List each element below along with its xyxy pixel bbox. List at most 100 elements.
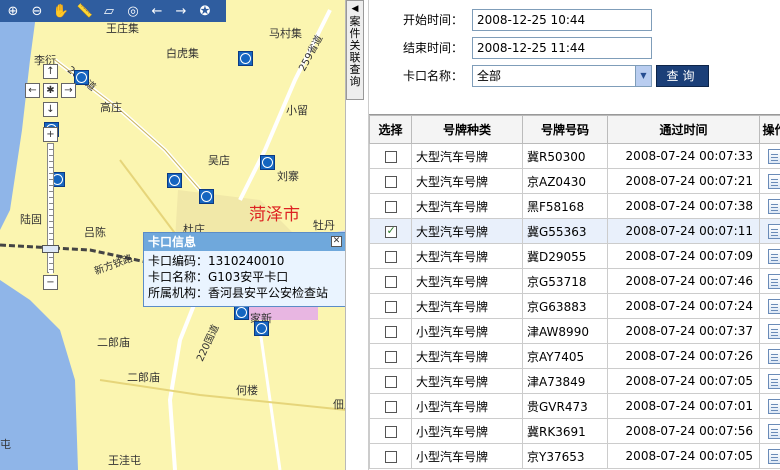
- row-checkbox[interactable]: [384, 400, 397, 413]
- row-checkbox[interactable]: [384, 150, 397, 163]
- row-select-cell: [369, 143, 412, 169]
- start-time-input[interactable]: 2008-12-25 10:44: [472, 9, 652, 31]
- row-checkbox[interactable]: [384, 250, 397, 263]
- pass-time-cell: 2008-07-24 00:07:33: [607, 143, 760, 169]
- operation-cell: [759, 293, 780, 319]
- plate-number-cell: 津A73849: [522, 368, 608, 394]
- details-icon[interactable]: [768, 223, 780, 239]
- details-icon[interactable]: [768, 373, 780, 389]
- place-label: 何楼: [236, 384, 258, 397]
- row-checkbox[interactable]: [384, 350, 397, 363]
- pan-left-icon[interactable]: ←: [25, 83, 40, 98]
- place-label: 陆固: [20, 213, 42, 226]
- table-row[interactable]: 大型汽车号牌 京G63883 2008-07-24 00:07:24: [369, 293, 780, 319]
- details-icon[interactable]: [768, 398, 780, 414]
- start-time-label: 开始时间：: [403, 13, 464, 27]
- star-badge-icon[interactable]: ✪: [194, 1, 216, 21]
- back-arrow-icon[interactable]: ←: [146, 1, 168, 21]
- details-icon[interactable]: [768, 198, 780, 214]
- checkpoint-marker[interactable]: [234, 305, 249, 320]
- eraser-icon[interactable]: ▱: [98, 1, 120, 21]
- plate-number-cell: 冀R50300: [522, 143, 608, 169]
- row-checkbox[interactable]: [384, 175, 397, 188]
- plate-type-cell: 大型汽车号牌: [411, 268, 523, 294]
- table-row[interactable]: 大型汽车号牌 冀D29055 2008-07-24 00:07:09: [369, 243, 780, 269]
- zoom-in-small-icon[interactable]: +: [43, 127, 58, 142]
- table-row[interactable]: 大型汽车号牌 冀R50300 2008-07-24 00:07:33: [369, 143, 780, 169]
- popup-name: 卡口名称：G103安平卡口: [148, 270, 289, 284]
- checkpoint-marker[interactable]: [199, 189, 214, 204]
- zoom-slider-handle[interactable]: [42, 245, 59, 253]
- pass-time-cell: 2008-07-24 00:07:05: [607, 368, 760, 394]
- pass-time-cell: 2008-07-24 00:07:24: [607, 293, 760, 319]
- details-icon[interactable]: [768, 298, 780, 314]
- table-row[interactable]: 小型汽车号牌 贵GVR473 2008-07-24 00:07:01: [369, 393, 780, 419]
- gate-name-select[interactable]: 全部 ▼: [472, 65, 652, 87]
- query-button[interactable]: 查询: [656, 65, 709, 87]
- row-checkbox[interactable]: [384, 200, 397, 213]
- table-row[interactable]: 小型汽车号牌 冀RK3691 2008-07-24 00:07:56: [369, 418, 780, 444]
- place-label: 王洼屯: [108, 454, 141, 467]
- popup-org: 所属机构：香河县安平公安检查站: [148, 286, 329, 300]
- checkpoint-marker[interactable]: [260, 155, 275, 170]
- measure-icon[interactable]: 📏: [74, 1, 96, 21]
- map-view[interactable]: 王庄集 白虎集 马村集 李衍 高庄 小留 吴店 刘寨 菏泽市 陆固 吕陈 杜庄 …: [0, 0, 346, 470]
- table-row[interactable]: 大型汽车号牌 津A73849 2008-07-24 00:07:05: [369, 368, 780, 394]
- table-row[interactable]: 大型汽车号牌 京AY7405 2008-07-24 00:07:26: [369, 343, 780, 369]
- table-row[interactable]: 大型汽车号牌冀G553632008-07-24 00:07:11: [369, 218, 780, 244]
- checkpoint-marker[interactable]: [238, 51, 253, 66]
- table-row[interactable]: 小型汽车号牌 津AW8990 2008-07-24 00:07:37: [369, 318, 780, 344]
- zoom-slider-track[interactable]: [47, 143, 54, 274]
- pan-reset-icon[interactable]: ✱: [43, 83, 58, 98]
- details-icon[interactable]: [768, 148, 780, 164]
- row-checkbox[interactable]: [384, 275, 397, 288]
- details-icon[interactable]: [768, 173, 780, 189]
- pan-down-icon[interactable]: ↓: [43, 102, 58, 117]
- zoom-out-small-icon[interactable]: −: [43, 275, 58, 290]
- pass-time-cell: 2008-07-24 00:07:46: [607, 268, 760, 294]
- plate-number-cell: 冀RK3691: [522, 418, 608, 444]
- plate-type-cell: 大型汽车号牌: [411, 193, 523, 219]
- pass-time-cell: 2008-07-24 00:07:56: [607, 418, 760, 444]
- operation-cell: [759, 143, 780, 169]
- side-tab-label: 案件关联查询: [349, 15, 361, 88]
- table-row[interactable]: 小型汽车号牌 京Y37653 2008-07-24 00:07:05: [369, 443, 780, 469]
- details-icon[interactable]: [768, 423, 780, 439]
- row-checkbox[interactable]: [384, 450, 397, 463]
- row-checkbox[interactable]: [384, 224, 397, 238]
- plate-type-cell: 大型汽车号牌: [411, 343, 523, 369]
- row-checkbox[interactable]: [384, 325, 397, 338]
- details-icon[interactable]: [768, 248, 780, 264]
- pan-right-icon[interactable]: →: [61, 83, 76, 98]
- plate-number-cell: 黑F58168: [522, 193, 608, 219]
- zoom-out-icon[interactable]: ⊖: [26, 1, 48, 21]
- checkpoint-marker[interactable]: [74, 70, 89, 85]
- checkpoint-marker[interactable]: [167, 173, 182, 188]
- plate-type-cell: 小型汽车号牌: [411, 418, 523, 444]
- case-query-tab[interactable]: ◀ 案件关联查询: [346, 0, 364, 100]
- pan-hand-icon[interactable]: ✋: [50, 1, 72, 21]
- plate-number-cell: 京G63883: [522, 293, 608, 319]
- close-icon[interactable]: ✕: [331, 236, 342, 247]
- row-select-cell: [369, 318, 412, 344]
- pan-up-icon[interactable]: ↑: [43, 64, 58, 79]
- zoom-in-icon[interactable]: ⊕: [2, 1, 24, 21]
- table-row[interactable]: 大型汽车号牌 黑F58168 2008-07-24 00:07:38: [369, 193, 780, 219]
- table-row[interactable]: 大型汽车号牌 京AZ0430 2008-07-24 00:07:21: [369, 168, 780, 194]
- globe-icon[interactable]: ◎: [122, 1, 144, 21]
- row-select-cell: [369, 168, 412, 194]
- row-checkbox[interactable]: [384, 375, 397, 388]
- details-icon[interactable]: [768, 348, 780, 364]
- checkpoint-marker[interactable]: [254, 321, 269, 336]
- table-row[interactable]: 大型汽车号牌 京G53718 2008-07-24 00:07:46: [369, 268, 780, 294]
- row-checkbox[interactable]: [384, 425, 397, 438]
- col-header-plate-type: 号牌种类: [411, 115, 523, 144]
- details-icon[interactable]: [768, 323, 780, 339]
- collapse-arrow-icon: ◀: [351, 4, 359, 14]
- details-icon[interactable]: [768, 273, 780, 289]
- chevron-down-icon[interactable]: ▼: [635, 66, 651, 86]
- forward-arrow-icon[interactable]: →: [170, 1, 192, 21]
- end-time-input[interactable]: 2008-12-25 11:44: [472, 37, 652, 59]
- row-checkbox[interactable]: [384, 300, 397, 313]
- details-icon[interactable]: [768, 448, 780, 464]
